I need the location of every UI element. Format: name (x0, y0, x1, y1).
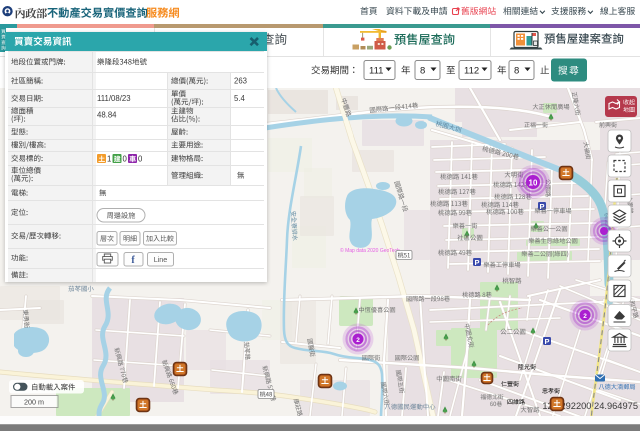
svg-text:200 m: 200 m (24, 397, 44, 406)
svg-text:© Map data 2020 GeoTech: © Map data 2020 GeoTech (340, 247, 400, 254)
svg-text:121.292200 24.964975: 121.292200 24.964975 (542, 401, 638, 411)
svg-text:10: 10 (529, 179, 538, 188)
svg-text:P: P (544, 337, 549, 346)
svg-text:P: P (539, 202, 544, 211)
svg-text:2: 2 (356, 337, 360, 344)
svg-text:2: 2 (583, 313, 587, 320)
svg-text:P: P (474, 258, 479, 267)
